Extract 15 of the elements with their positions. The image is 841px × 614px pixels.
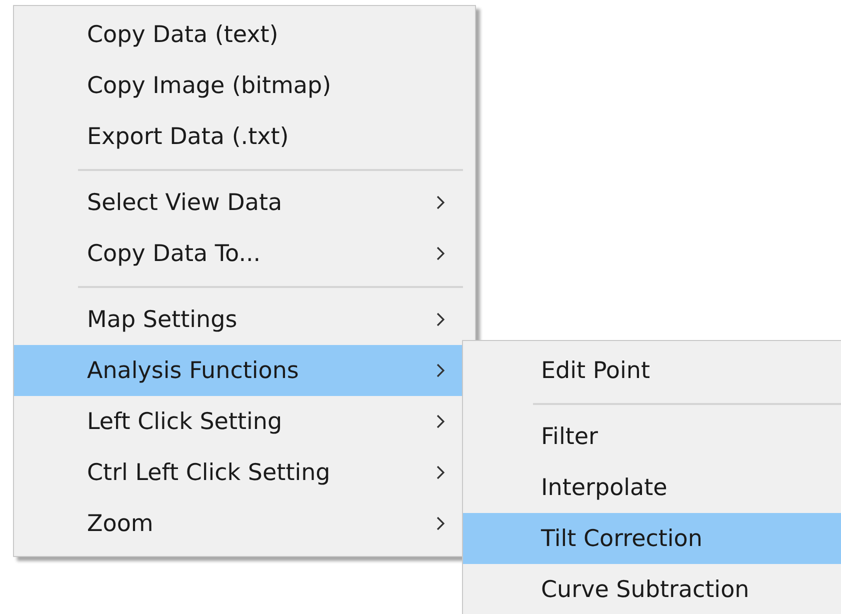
chevron-right-icon xyxy=(436,195,445,210)
menu-item[interactable]: Copy Data (text) xyxy=(14,9,475,60)
chevron-right-icon xyxy=(436,465,445,480)
menu-item[interactable]: Copy Data To... xyxy=(14,228,475,279)
chevron-right-icon xyxy=(436,312,445,327)
menu-item[interactable]: Export Data (.txt) xyxy=(14,111,475,162)
menu-item[interactable]: Curve Subtraction xyxy=(463,564,841,614)
menu-item[interactable]: Select View Data xyxy=(14,177,475,228)
chevron-right-icon xyxy=(436,246,445,261)
chevron-right-icon xyxy=(436,516,445,531)
chevron-right-icon xyxy=(436,414,445,429)
menu-item[interactable]: Map Settings xyxy=(14,294,475,345)
menu-item[interactable]: Copy Image (bitmap) xyxy=(14,60,475,111)
menu-item[interactable]: Tilt Correction xyxy=(463,513,841,564)
chevron-right-icon xyxy=(436,363,445,378)
